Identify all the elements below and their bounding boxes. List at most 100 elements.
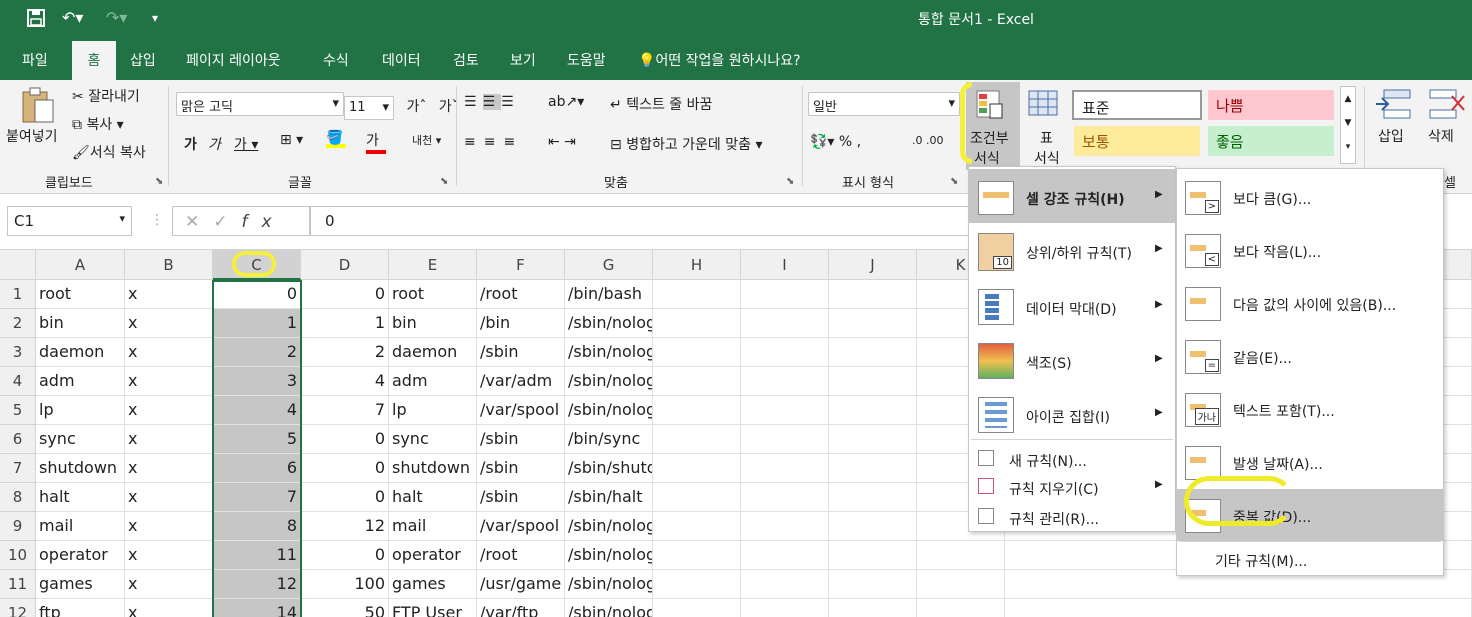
format-as-table-button[interactable]: 표 서식 [1026, 82, 1066, 170]
cell-B10[interactable]: x [125, 541, 213, 570]
cell-E10[interactable]: operator [389, 541, 477, 570]
cell-E5[interactable]: lp [389, 396, 477, 425]
cell-E2[interactable]: bin [389, 309, 477, 338]
cell-E11[interactable]: games [389, 570, 477, 599]
delete-cells-icon[interactable] [1426, 86, 1466, 126]
cell-D4[interactable]: 4 [301, 367, 389, 396]
cell-G1[interactable]: /bin/bash [565, 280, 653, 309]
submenu-item-5[interactable]: 발생 날짜(A)... [1177, 436, 1443, 488]
cell-D6[interactable]: 0 [301, 425, 389, 454]
cell-blank[interactable] [1005, 599, 1472, 617]
cell-D2[interactable]: 1 [301, 309, 389, 338]
formula-input[interactable]: 0 [310, 206, 970, 236]
cell-A11[interactable]: games [36, 570, 125, 599]
cell-G3[interactable]: /sbin/nologin [565, 338, 653, 367]
cell-G4[interactable]: /sbin/nologin [565, 367, 653, 396]
vertical-align-icons[interactable]: ☰☰☰ [464, 94, 520, 110]
cell-H4[interactable] [653, 367, 741, 396]
cell-I3[interactable] [741, 338, 829, 367]
cell-F12[interactable]: /var/ftp [477, 599, 565, 617]
tab-review[interactable]: 검토 [453, 50, 479, 70]
cell-B5[interactable]: x [125, 396, 213, 425]
cell-A3[interactable]: daemon [36, 338, 125, 367]
menu-item-more-rules[interactable]: 기타 규칙(M)... [1215, 551, 1307, 571]
cell-C2[interactable]: 1 [213, 309, 301, 338]
cell-E12[interactable]: FTP User [389, 599, 477, 617]
cell-I6[interactable] [741, 425, 829, 454]
row-header[interactable]: 11 [0, 570, 36, 599]
cell-G12[interactable]: /sbin/nologin [565, 599, 653, 617]
style-good[interactable]: 좋음 [1208, 126, 1334, 156]
delete-cells-button[interactable]: 삭제 [1428, 126, 1454, 146]
cell-H2[interactable] [653, 309, 741, 338]
cell-H6[interactable] [653, 425, 741, 454]
cell-I11[interactable] [741, 570, 829, 599]
cell-J8[interactable] [829, 483, 917, 512]
style-neutral[interactable]: 보통 [1074, 126, 1200, 156]
row-header[interactable]: 9 [0, 512, 36, 541]
column-header[interactable]: H [653, 250, 741, 280]
cell-B6[interactable]: x [125, 425, 213, 454]
menu-item-top-bottom-rules[interactable]: 10 상위/하위 규칙(T) ▶ [969, 223, 1175, 277]
cell-I10[interactable] [741, 541, 829, 570]
cancel-icon[interactable]: ✕ [185, 212, 213, 232]
submenu-item-0[interactable]: > 보다 큼(G)... [1177, 171, 1443, 223]
cell-J7[interactable] [829, 454, 917, 483]
submenu-item-1[interactable]: < 보다 작음(L)... [1177, 224, 1443, 276]
tab-help[interactable]: 도움말 [567, 50, 606, 70]
cell-C6[interactable]: 5 [213, 425, 301, 454]
column-header[interactable]: J [829, 250, 917, 280]
font-name-select[interactable]: 맑은 고딕 ▾ [176, 92, 344, 116]
cell-I1[interactable] [741, 280, 829, 309]
cell-J5[interactable] [829, 396, 917, 425]
cell-J10[interactable] [829, 541, 917, 570]
italic-button[interactable]: 가 [208, 134, 221, 154]
font-size-select[interactable]: 11 ▾ [344, 96, 394, 120]
merge-center-button[interactable]: ⊟ 병합하고 가운데 맞춤 ▾ [610, 134, 763, 154]
cell-J3[interactable] [829, 338, 917, 367]
cell-H1[interactable] [653, 280, 741, 309]
cell-D1[interactable]: 0 [301, 280, 389, 309]
cell-G5[interactable]: /sbin/nologin [565, 396, 653, 425]
tab-page-layout[interactable]: 페이지 레이아웃 [186, 50, 281, 70]
cell-E6[interactable]: sync [389, 425, 477, 454]
cell-C4[interactable]: 3 [213, 367, 301, 396]
cell-J4[interactable] [829, 367, 917, 396]
row-header[interactable]: 5 [0, 396, 36, 425]
cell-G7[interactable]: /sbin/shutdown [565, 454, 653, 483]
cell-D9[interactable]: 12 [301, 512, 389, 541]
cell-I12[interactable] [741, 599, 829, 617]
tab-insert[interactable]: 삽입 [130, 50, 156, 70]
cell-B4[interactable]: x [125, 367, 213, 396]
cell-A4[interactable]: adm [36, 367, 125, 396]
cell-H10[interactable] [653, 541, 741, 570]
paste-button[interactable]: 붙여넣기 [6, 126, 58, 146]
menu-item-new-rule[interactable]: 새 규칙(N)... [969, 445, 1175, 473]
cell-I2[interactable] [741, 309, 829, 338]
cell-B8[interactable]: x [125, 483, 213, 512]
row-header[interactable]: 2 [0, 309, 36, 338]
column-header[interactable]: B [125, 250, 213, 280]
submenu-item-2[interactable]: 다음 값의 사이에 있음(B)... [1177, 277, 1443, 329]
fill-color-icon[interactable]: 🪣 [326, 130, 346, 148]
cell-A9[interactable]: mail [36, 512, 125, 541]
menu-item-clear-rules[interactable]: 규칙 지우기(C) ▶ [969, 473, 1175, 501]
menu-item-color-scales[interactable]: 색조(S) ▶ [969, 333, 1175, 387]
row-header[interactable]: 4 [0, 367, 36, 396]
submenu-item-6[interactable]: 중복 값(D)... [1177, 489, 1443, 541]
cell-A7[interactable]: shutdown [36, 454, 125, 483]
cell-H5[interactable] [653, 396, 741, 425]
currency-icon[interactable]: 💱▾ % , [810, 134, 861, 150]
column-header[interactable]: E [389, 250, 477, 280]
cell-A8[interactable]: halt [36, 483, 125, 512]
cell-C10[interactable]: 11 [213, 541, 301, 570]
cell-A12[interactable]: ftp [36, 599, 125, 617]
row-header[interactable]: 1 [0, 280, 36, 309]
cell-G10[interactable]: /sbin/nologin [565, 541, 653, 570]
cell-E3[interactable]: daemon [389, 338, 477, 367]
cell-H9[interactable] [653, 512, 741, 541]
cell-B12[interactable]: x [125, 599, 213, 617]
insert-cells-icon[interactable] [1374, 86, 1414, 126]
cell-A10[interactable]: operator [36, 541, 125, 570]
cell-B2[interactable]: x [125, 309, 213, 338]
